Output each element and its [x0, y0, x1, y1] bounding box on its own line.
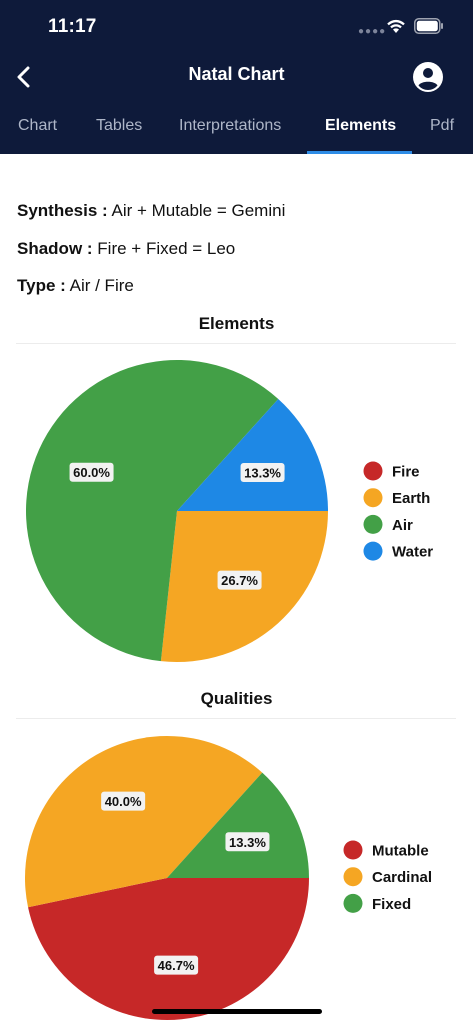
tab-pdf[interactable]: Pdf [430, 117, 454, 135]
type-value: Air / Fire [69, 276, 134, 295]
shadow-value: Fire + Fixed = Leo [97, 239, 236, 258]
elements-content: Synthesis : Air + Mutable = Gemini Shado… [0, 154, 473, 1024]
nav-bar: Natal Chart [0, 56, 473, 100]
legend-label-fire: Fire [392, 464, 420, 481]
status-time: 11:17 [48, 16, 97, 37]
page-title: Natal Chart [188, 64, 285, 84]
legend-label-air: Air [392, 517, 413, 534]
legend-swatch-fire [363, 461, 383, 481]
tab-tables[interactable]: Tables [96, 117, 142, 135]
tab-interpretations[interactable]: Interpretations [179, 117, 281, 135]
type-line: Type : Air / Fire [17, 276, 134, 296]
app-header: 11:17 ●●●● Natal Chart Chart Tables Inte [0, 0, 473, 154]
legend-swatch-cardinal [343, 867, 363, 887]
battery-icon [414, 18, 443, 34]
data-label-mutable: 46.7% [158, 958, 195, 973]
synthesis-value: Air + Mutable = Gemini [111, 201, 286, 220]
legend-label-mutable: Mutable [372, 843, 429, 860]
legend-label-cardinal: Cardinal [372, 869, 432, 886]
legend-swatch-earth [363, 488, 383, 508]
data-label-water: 13.3% [244, 466, 281, 481]
data-label-earth: 26.7% [221, 573, 258, 588]
qualities-pie-chart: 46.7% 40.0% 13.3% Mutable Cardinal Fixed [24, 736, 432, 1020]
elements-chart-title: Elements [198, 314, 275, 333]
legend-swatch-fixed [343, 893, 363, 913]
shadow-line: Shadow : Fire + Fixed = Leo [17, 239, 235, 259]
pie-slice-mutable [28, 878, 310, 1020]
legend-swatch-mutable [343, 840, 363, 860]
wifi-icon [387, 19, 405, 33]
legend-label-earth: Earth [392, 490, 430, 507]
data-label-cardinal: 40.0% [105, 794, 142, 809]
synthesis-line: Synthesis : Air + Mutable = Gemini [17, 201, 285, 221]
status-bar: 11:17 ●●●● [0, 0, 473, 54]
synthesis-label: Synthesis : [17, 201, 108, 220]
legend-label-water: Water [392, 544, 433, 561]
cellular-signal-icon: ●●●● [358, 26, 387, 37]
account-circle-icon[interactable] [412, 61, 444, 93]
legend-label-fixed: Fixed [372, 896, 411, 913]
tab-bar: Chart Tables Interpretations Elements Pd… [0, 108, 473, 154]
tab-chart[interactable]: Chart [18, 117, 57, 135]
elements-pie-chart: 26.7% 60.0% 13.3% Fire Earth Air Water [26, 359, 433, 662]
data-label-air: 60.0% [73, 465, 110, 480]
type-label: Type : [17, 276, 66, 295]
home-indicator [152, 1009, 322, 1014]
shadow-label: Shadow : [17, 239, 93, 258]
qualities-chart-title: Qualities [200, 689, 273, 708]
legend-swatch-water [363, 541, 383, 561]
legend-swatch-air [363, 514, 383, 534]
data-label-fixed: 13.3% [229, 835, 266, 850]
tab-elements[interactable]: Elements [325, 117, 396, 135]
